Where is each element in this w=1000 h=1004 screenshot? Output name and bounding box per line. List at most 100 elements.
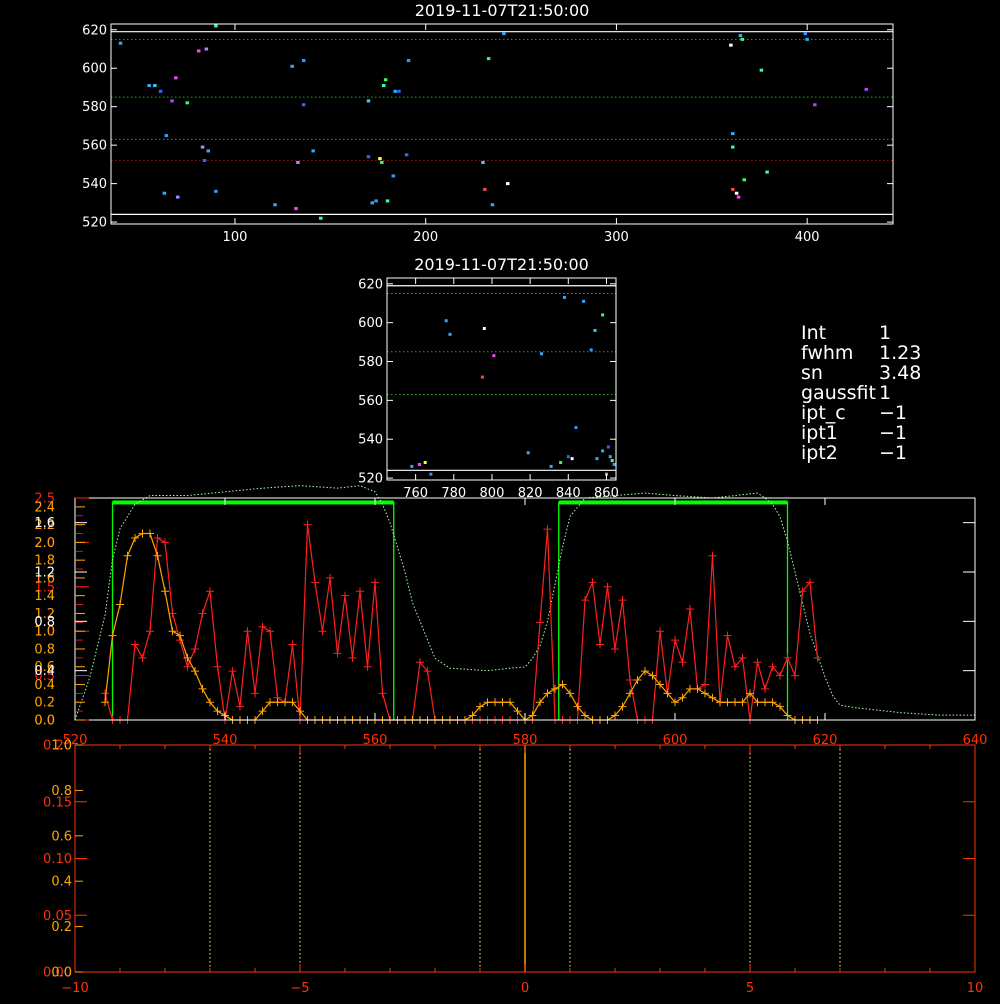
y-tick-label: 600 xyxy=(82,62,107,77)
y-tick-label-orange: 0.0 xyxy=(34,714,55,729)
param-value: 1 xyxy=(879,382,892,404)
profile-point xyxy=(536,618,544,627)
data-point xyxy=(505,182,510,186)
data-point xyxy=(206,149,211,153)
param-key: ipt_c xyxy=(801,402,846,424)
data-point xyxy=(164,134,169,138)
data-point xyxy=(158,89,163,93)
data-point xyxy=(290,64,294,68)
x-tick-label: −10 xyxy=(61,981,88,996)
data-point xyxy=(147,84,151,88)
data-point xyxy=(610,459,614,463)
data-point xyxy=(490,203,495,207)
profile-point xyxy=(101,689,109,698)
profile-point xyxy=(243,627,252,636)
x-tick-label: 400 xyxy=(795,230,820,245)
data-point xyxy=(319,216,323,220)
fit-point xyxy=(168,627,177,636)
fit-point xyxy=(491,698,499,707)
window-bar xyxy=(558,500,788,505)
data-point xyxy=(366,99,371,103)
profile-point xyxy=(326,573,334,582)
y-tick-label: 600 xyxy=(358,316,383,331)
profile-point xyxy=(206,587,214,596)
param-key: ipt2 xyxy=(801,442,838,464)
y-tick-label-white: 1.2 xyxy=(34,566,55,581)
param-key: fwhm xyxy=(801,342,854,364)
fit-line xyxy=(104,532,818,721)
fit-point xyxy=(551,684,559,693)
profile-point xyxy=(288,640,297,649)
data-point xyxy=(273,203,277,207)
data-point xyxy=(214,189,218,193)
data-point xyxy=(486,57,491,61)
data-point xyxy=(540,352,544,356)
x-tick-label: 780 xyxy=(441,486,466,501)
y-tick-label-orange: 0.8 xyxy=(34,642,55,657)
param-value: 1 xyxy=(879,322,892,344)
profile-point xyxy=(603,582,612,591)
y-tick-label-orange: 0.4 xyxy=(51,875,72,890)
data-point xyxy=(601,449,605,453)
fit-point xyxy=(108,631,117,640)
fit-point xyxy=(768,698,777,707)
x-tick-label: 300 xyxy=(604,230,629,245)
param-row-gaussfit: gaussfit 1 xyxy=(801,383,921,403)
fit-point xyxy=(123,551,132,560)
data-point xyxy=(481,160,485,164)
y-tick-label-orange: 0.6 xyxy=(51,829,72,844)
data-point xyxy=(153,84,157,88)
data-point xyxy=(480,375,484,379)
fit-point xyxy=(761,698,769,707)
data-point xyxy=(813,103,817,107)
profile-point xyxy=(348,653,357,662)
fit-point xyxy=(483,698,492,707)
profile-point xyxy=(318,627,327,636)
data-point xyxy=(118,41,123,45)
data-point xyxy=(410,464,414,468)
profile-point xyxy=(678,658,687,667)
profile-panel: 520 540 560 580 600 620 6400.00.51.01.52.02.50… xyxy=(34,485,987,748)
data-point xyxy=(729,43,733,47)
y-tick-label-orange: 1.4 xyxy=(34,589,55,604)
y-tick-label-orange: 0.8 xyxy=(51,784,72,799)
y-tick-label-orange: 0.2 xyxy=(51,920,72,935)
data-point xyxy=(526,451,530,455)
param-key: Int xyxy=(801,322,827,344)
y-tick-label-orange: 0.2 xyxy=(34,696,55,711)
data-point xyxy=(391,174,396,178)
x-tick-label: 860 xyxy=(594,486,619,501)
data-point xyxy=(381,84,386,88)
x-tick-label: 560 xyxy=(363,733,388,748)
data-point xyxy=(301,103,306,107)
param-row-ipt-c: ipt_c −1 xyxy=(801,403,921,423)
data-point xyxy=(444,319,448,323)
y-tick-label-red: 0.10 xyxy=(43,852,72,867)
fit-point xyxy=(528,711,537,720)
data-point xyxy=(589,348,593,352)
data-point xyxy=(296,160,300,164)
profile-point xyxy=(618,596,627,605)
profile-point xyxy=(686,605,694,613)
profile-point xyxy=(371,578,379,587)
data-point xyxy=(370,201,375,205)
y-tick-label: 580 xyxy=(358,355,383,370)
profile-point xyxy=(626,676,634,685)
data-point xyxy=(383,78,388,82)
x-tick-label: 540 xyxy=(213,733,238,748)
fit-point xyxy=(198,684,207,693)
y-tick-label: 540 xyxy=(358,433,383,448)
data-point xyxy=(162,191,167,195)
profile-point xyxy=(723,631,732,640)
profile-point xyxy=(813,653,822,662)
profile-point xyxy=(236,702,244,711)
profile-point xyxy=(701,680,709,689)
param-value: 1.23 xyxy=(879,342,922,364)
x-tick-label: 5 xyxy=(746,981,754,996)
data-point xyxy=(601,313,605,317)
data-point xyxy=(397,89,401,93)
param-value: −1 xyxy=(879,422,908,444)
param-key: ipt1 xyxy=(801,422,838,444)
profile-point xyxy=(213,662,222,671)
data-point xyxy=(204,47,209,51)
